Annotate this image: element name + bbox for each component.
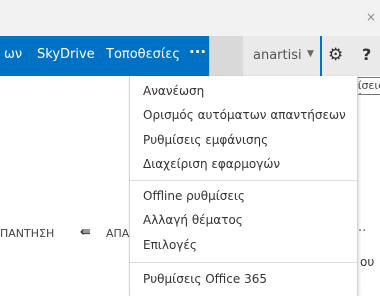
window-top-bar: ×: [0, 0, 380, 36]
user-menu[interactable]: anartisi ▼: [243, 36, 320, 76]
nav-spacer: [210, 36, 243, 76]
menu-item-options[interactable]: Επιλογές: [143, 238, 197, 252]
menu-item-offline-settings[interactable]: Offline ρυθμίσεις: [143, 189, 245, 203]
settings-button[interactable]: ⚙: [322, 36, 352, 76]
menu-item-office365-settings[interactable]: Ρυθμίσεις Office 365: [143, 272, 267, 286]
help-icon: ?: [362, 45, 372, 64]
settings-dropdown-menu: Ανανέωση Ορισμός αυτόματων απαντήσεων Ρυ…: [129, 76, 358, 296]
menu-separator: [130, 180, 357, 181]
menu-item-change-theme[interactable]: Αλλαγή θέματος: [143, 213, 243, 227]
nav-more-button[interactable]: ···: [189, 43, 206, 61]
nav-item-skydrive[interactable]: SkyDrive: [37, 47, 95, 62]
double-left-arrow-icon[interactable]: ⇚: [80, 225, 91, 240]
menu-separator: [130, 262, 357, 263]
reply-label[interactable]: ΠΑΝΤΗΣΗ: [0, 227, 54, 240]
menu-item-display-settings[interactable]: Ρυθμίσεις εμφάνισης: [143, 133, 268, 147]
message-text-fragment: ου: [360, 255, 375, 269]
menu-item-manage-apps[interactable]: Διαχείριση εφαρμογών: [143, 157, 280, 171]
nav-item-people[interactable]: ων: [4, 47, 22, 62]
close-icon[interactable]: ×: [366, 10, 376, 24]
nav-item-sites[interactable]: Τοποθεσίες: [106, 47, 180, 62]
gear-icon: ⚙: [328, 45, 344, 65]
reply-all-label[interactable]: ΑΠΑ: [106, 227, 129, 240]
menu-item-refresh[interactable]: Ανανέωση: [143, 84, 204, 98]
toolbar-more-button[interactable]: ··: [358, 224, 366, 239]
menu-item-automatic-replies[interactable]: Ορισμός αυτόματων απαντήσεων: [143, 108, 346, 122]
user-name: anartisi: [253, 48, 302, 63]
chevron-down-icon: ▼: [307, 49, 314, 59]
help-button[interactable]: ?: [352, 36, 380, 76]
